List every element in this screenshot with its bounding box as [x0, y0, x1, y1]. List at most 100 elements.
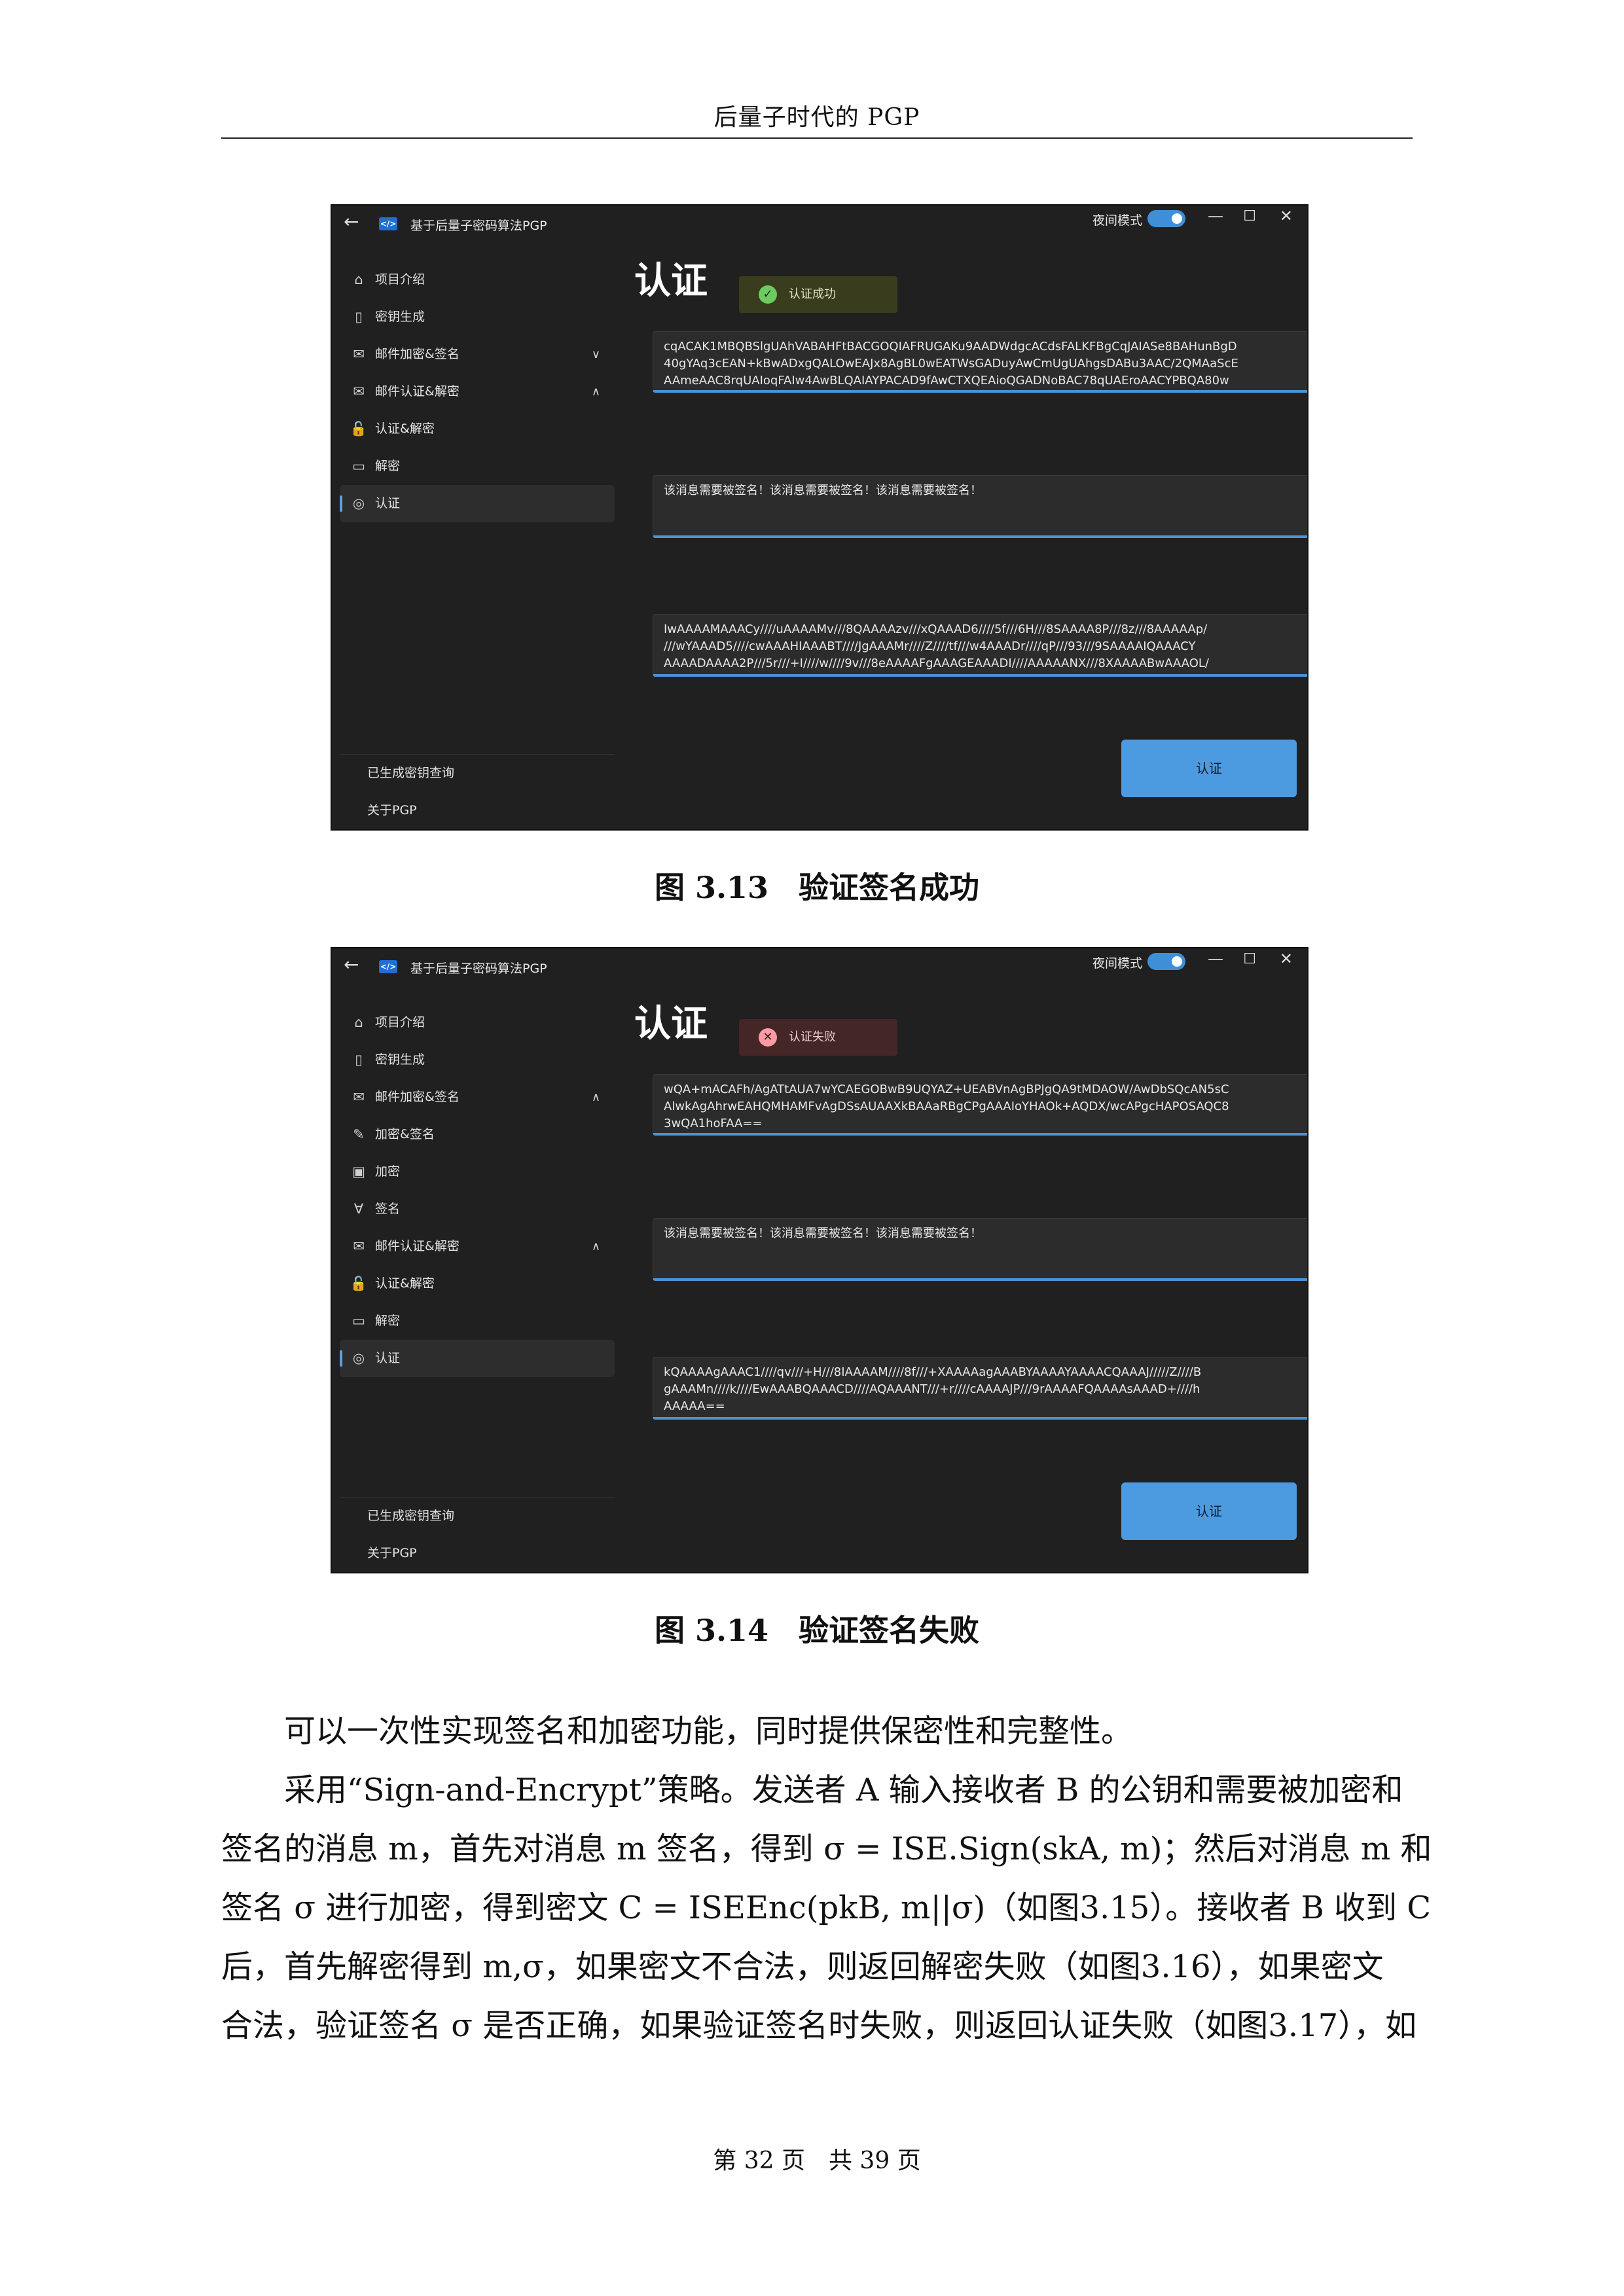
chevron-up-icon[interactable]: ∧ [592, 1079, 600, 1116]
status-text: 认证失败 [789, 1030, 836, 1044]
status-text: 认证成功 [789, 287, 836, 301]
sidebar-item[interactable]: ⌂ 项目介绍 [340, 261, 615, 298]
sidebar-item[interactable]: 🔓 认证&解密 [340, 1265, 615, 1302]
key-doc-icon: ▯ [355, 309, 363, 325]
minimize-icon[interactable]: — [1208, 207, 1223, 225]
back-arrow-icon[interactable]: ← [344, 211, 359, 232]
sidebar-item[interactable]: ◎ 认证 [340, 1340, 615, 1377]
sidebar-item[interactable]: ◎ 认证 [340, 485, 615, 522]
sidebar-item[interactable]: ✉ 邮件加密&签名 ∨ [340, 336, 615, 373]
figure-caption: 图 3.14 验证签名失败 [221, 1607, 1413, 1650]
fingerprint-icon: ◎ [352, 1350, 365, 1366]
sidebar-item[interactable]: ✉ 邮件认证&解密 ∧ [340, 373, 615, 410]
back-arrow-icon[interactable]: ← [344, 954, 359, 975]
text-line: 3wQA1hoFAA== [664, 1117, 763, 1130]
signature-input[interactable]: cqACAK1MBQBSlgUAhVABAHFtBACGOQIAFRUGAKu9… [653, 331, 1307, 393]
sidebar-footer-item[interactable]: 关于PGP [340, 1535, 615, 1572]
sidebar-item-label: 项目介绍 [375, 1015, 425, 1030]
sidebar-footer-item[interactable]: 已生成密钥查询 [340, 755, 615, 792]
sidebar-item-label: 邮件认证&解密 [375, 1239, 460, 1253]
sidebar-item-label: 认证 [375, 496, 401, 511]
mail-lock-icon: ✉ [353, 384, 365, 399]
sidebar-item[interactable]: ✉ 邮件认证&解密 ∧ [340, 1228, 615, 1265]
signature-input[interactable]: wQA+mACAFh/AgATtAUA7wYCAEGOBwB9UQYAZ+UEA… [653, 1074, 1307, 1136]
app-title: 基于后量子密码算法PGP [410, 961, 547, 976]
sidebar-item-label: 项目介绍 [375, 272, 425, 287]
night-mode-toggle[interactable] [1147, 210, 1185, 227]
text-line: AAAAA== [664, 1399, 725, 1413]
message-input[interactable]: 该消息需要被签名！该消息需要被签名！该消息需要被签名！ [653, 475, 1307, 538]
sidebar-item[interactable]: 🔓 认证&解密 [340, 410, 615, 448]
chevron-up-icon[interactable]: ∧ [592, 1228, 600, 1265]
sidebar-nav: ⌂ 项目介绍 ▯ 密钥生成 ✉ 邮件加密&签名 ∧ ✎ 加密&签名 ▣ 加密 ∀ 签名 ✉ 邮件认证&解密 ∧… [340, 1004, 615, 1377]
sidebar-item-label: 密钥生成 [375, 310, 425, 324]
sidebar-item-label: 邮件认证&解密 [375, 384, 460, 399]
sidebar-item[interactable]: ▯ 密钥生成 [340, 1041, 615, 1079]
mail-lock-icon: ✉ [353, 1238, 365, 1254]
sidebar-item-label: 邮件加密&签名 [375, 1090, 460, 1104]
lock-doc-icon: ▣ [352, 1164, 365, 1179]
figure-number: 图 3.14 [654, 1613, 769, 1648]
text-line: 该消息需要被签名！该消息需要被签名！该消息需要被签名！ [664, 1227, 982, 1240]
mail-lock-icon: ✉ [353, 346, 365, 362]
body-line: 签名的消息 m，首先对消息 m 签名，得到 σ = ISE.Sign(skA, … [221, 1831, 1432, 1867]
sidebar-footer-item[interactable]: 关于PGP [340, 792, 615, 829]
close-icon[interactable]: ✕ [1280, 950, 1293, 968]
sidebar-item-label: 认证 [375, 1351, 401, 1365]
sidebar-footer: 已生成密钥查询 关于PGP [340, 1497, 615, 1572]
public-key-input[interactable]: kQAAAAgAAAC1////qv///+H///8IAAAAM////8f/… [653, 1357, 1307, 1420]
unlock-icon: 🔓 [350, 1276, 368, 1291]
app-window-figure-2: ← </> 基于后量子密码算法PGP 夜间模式 — ☐ ✕ ⌂ 项目介绍 ▯ 密钥生成… [331, 947, 1308, 1573]
sidebar-footer-item[interactable]: 已生成密钥查询 [340, 1498, 615, 1535]
public-key-input[interactable]: IwAAAAMAAACy////uAAAAMv///8QAAAAzv///xQA… [653, 614, 1307, 677]
sidebar-item[interactable]: ⌂ 项目介绍 [340, 1004, 615, 1041]
text-line: AAmeAAC8rqUAIoqFAIw4AwBLQAIAYPACAD9fAwCT… [664, 374, 1229, 387]
chevron-down-icon[interactable]: ∨ [592, 336, 600, 373]
sidebar-item[interactable]: ✉ 邮件加密&签名 ∧ [340, 1079, 615, 1116]
text-line: wQA+mACAFh/AgATtAUA7wYCAEGOBwB9UQYAZ+UEA… [664, 1083, 1229, 1096]
text-line: kQAAAAgAAAC1////qv///+H///8IAAAAM////8f/… [664, 1365, 1202, 1379]
sidebar-item-label: 加密 [375, 1164, 401, 1179]
verify-button[interactable]: 认证 [1121, 740, 1297, 797]
body-line: 合法，验证签名 σ 是否正确，如果验证签名时失败，则返回认证失败（如图3.17）… [221, 2007, 1417, 2044]
sidebar-nav: ⌂ 项目介绍 ▯ 密钥生成 ✉ 邮件加密&签名 ∨ ✉ 邮件认证&解密 ∧ 🔓 认证&解密 ▭ 解密 ◎ 认证 [340, 261, 615, 522]
night-mode-label: 夜间模式 [1092, 956, 1142, 971]
body-line: 后，首先解密得到 m,σ，如果密文不合法，则返回解密失败（如图3.16），如果密… [221, 1948, 1384, 1985]
close-icon[interactable]: ✕ [1280, 207, 1293, 225]
app-window-figure-1: ← </> 基于后量子密码算法PGP 夜间模式 — ☐ ✕ ⌂ 项目介绍 ▯ 密钥生成… [331, 204, 1308, 831]
document-icon: ▭ [352, 1313, 365, 1329]
minimize-icon[interactable]: — [1208, 950, 1223, 968]
body-line: 签名 σ 进行加密，得到密文 C = ISEEnc(pkB, m||σ)（如图3… [221, 1890, 1432, 1926]
verify-button[interactable]: 认证 [1121, 1482, 1297, 1540]
status-badge: ✓ 认证成功 [739, 276, 897, 313]
home-icon: ⌂ [354, 1014, 363, 1030]
maximize-icon[interactable]: ☐ [1243, 951, 1256, 967]
sidebar-footer: 已生成密钥查询 关于PGP [340, 754, 615, 829]
title-bar: ← </> 基于后量子密码算法PGP 夜间模式 — ☐ ✕ [332, 206, 1307, 240]
sidebar-item[interactable]: ▭ 解密 [340, 448, 615, 485]
sidebar-item[interactable]: ✎ 加密&签名 [340, 1116, 615, 1153]
text-line: 该消息需要被签名！该消息需要被签名！该消息需要被签名！ [664, 484, 982, 497]
check-circle-icon: ✓ [759, 285, 777, 304]
page-title: 认证 [634, 1003, 708, 1045]
sidebar-item-label: 解密 [375, 459, 401, 473]
unlock-icon: 🔓 [350, 421, 368, 437]
text-line: 40gYAq3cEAN+kBwADxgQALOwEAJx8AgBL0wEATWs… [664, 357, 1238, 370]
message-input[interactable]: 该消息需要被签名！该消息需要被签名！该消息需要被签名！ [653, 1218, 1307, 1281]
sidebar-item[interactable]: ▣ 加密 [340, 1153, 615, 1191]
error-circle-icon: ✕ [759, 1028, 777, 1047]
status-badge: ✕ 认证失败 [739, 1019, 897, 1056]
sidebar-item-label: 认证&解密 [375, 422, 435, 436]
sidebar-item[interactable]: ▯ 密钥生成 [340, 298, 615, 336]
maximize-icon[interactable]: ☐ [1243, 208, 1256, 224]
night-mode-toggle[interactable] [1147, 953, 1185, 970]
text-line: ///wYAAAD5////cwAAAHIAAABT////JgAAAMr///… [664, 639, 1196, 653]
figure-title: 验证签名成功 [799, 870, 980, 905]
sidebar-item-label: 签名 [375, 1202, 401, 1216]
chevron-up-icon[interactable]: ∧ [592, 373, 600, 410]
sidebar-item[interactable]: ▭ 解密 [340, 1302, 615, 1340]
sidebar-item-label: 邮件加密&签名 [375, 347, 460, 361]
page-number: 第 32 页 共 39 页 [713, 2147, 921, 2174]
running-head: 后量子时代的 PGP [713, 104, 920, 131]
sidebar-item[interactable]: ∀ 签名 [340, 1191, 615, 1228]
